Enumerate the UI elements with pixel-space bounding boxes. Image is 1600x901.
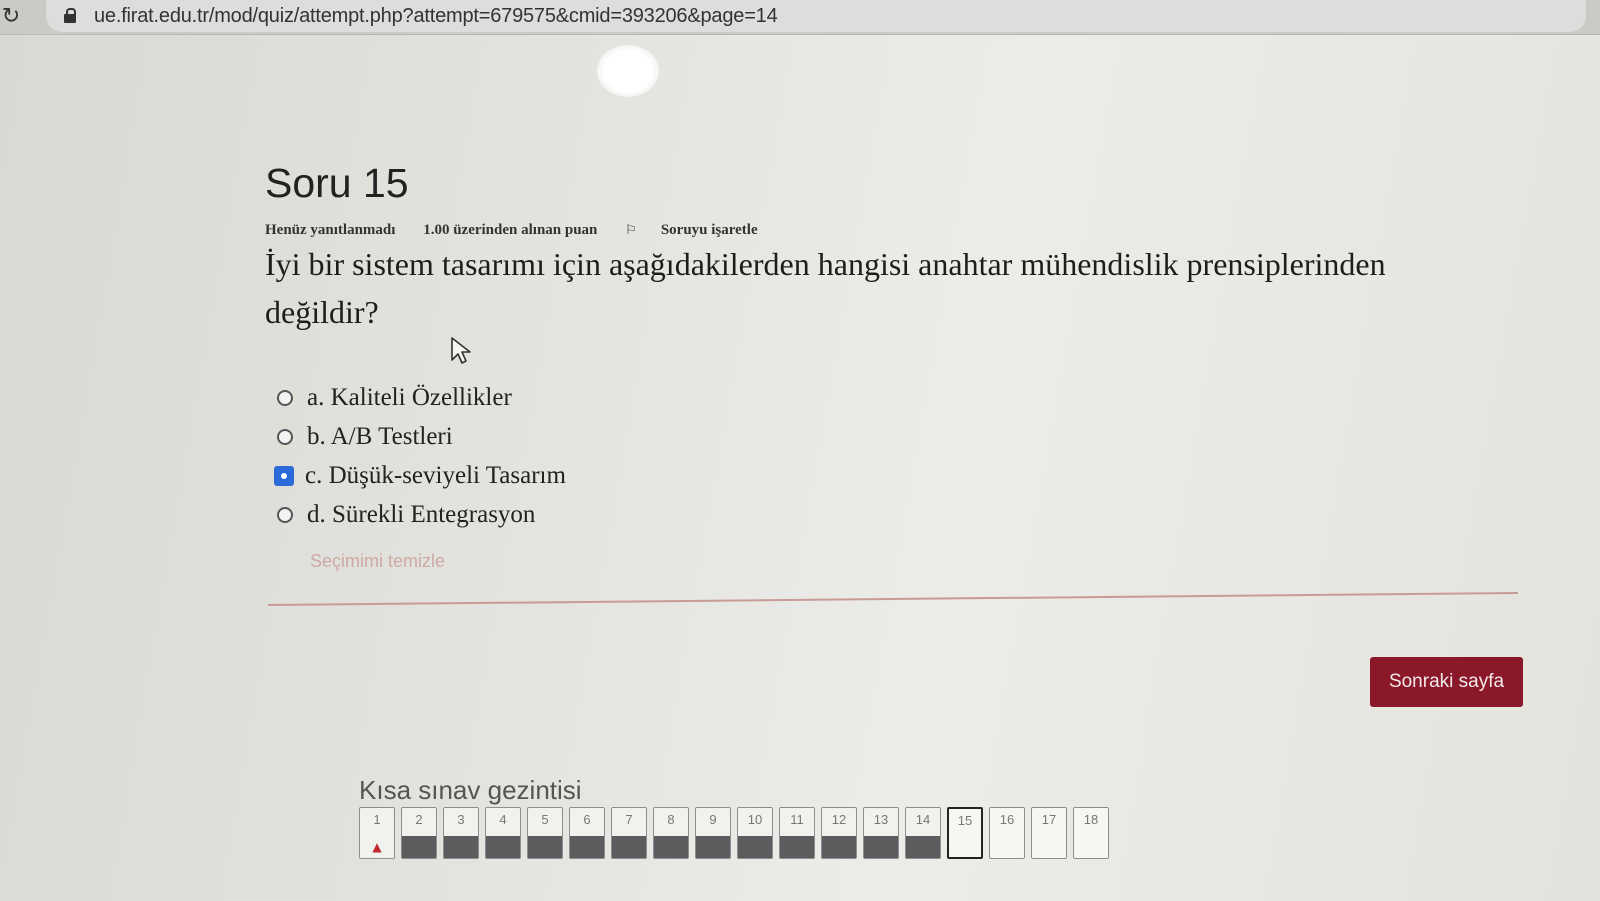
answer-label-c[interactable]: c. Düşük-seviyeli Tasarım — [305, 462, 566, 490]
nav-question-number: 10 — [747, 812, 763, 827]
nav-question-7[interactable]: 7 — [611, 807, 647, 859]
nav-question-12[interactable]: 12 — [821, 807, 857, 859]
quiz-navigation-title: Kısa sınav gezintisi — [359, 775, 582, 805]
nav-question-6[interactable]: 6 — [569, 807, 605, 859]
screen-glare — [597, 45, 659, 97]
flag-question-label[interactable]: Soruyu işaretle — [661, 222, 758, 238]
browser-toolbar: ↻ ue.firat.edu.tr/mod/quiz/attempt.php?a… — [0, 0, 1600, 35]
nav-question-18[interactable]: 18 — [1073, 807, 1109, 859]
answer-option-b[interactable]: b. A/B Testleri — [277, 417, 566, 456]
nav-question-number: 8 — [667, 812, 675, 827]
nav-question-number: 14 — [915, 812, 931, 827]
answer-label-a[interactable]: a. Kaliteli Özellikler — [307, 384, 512, 412]
flag-question-link[interactable]: ⚐ Soruyu işaretle — [625, 222, 781, 238]
nav-question-number: 17 — [1041, 812, 1057, 827]
radio-d[interactable] — [277, 506, 293, 523]
nav-question-4[interactable]: 4 — [485, 807, 521, 859]
url-text[interactable]: ue.firat.edu.tr/mod/quiz/attempt.php?att… — [94, 5, 778, 28]
reload-icon[interactable]: ↻ — [0, 4, 22, 30]
nav-question-number: 2 — [415, 812, 423, 827]
nav-question-13[interactable]: 13 — [863, 807, 899, 859]
nav-question-number: 15 — [957, 813, 973, 828]
answer-option-d[interactable]: d. Sürekli Entegrasyon — [277, 495, 566, 534]
nav-question-number: 12 — [831, 812, 847, 827]
question-title: Soru 15 — [265, 160, 409, 206]
nav-question-number: 5 — [541, 812, 549, 827]
question-status: Henüz yanıtlanmadı — [265, 222, 396, 238]
radio-b[interactable] — [277, 428, 293, 445]
nav-question-1[interactable]: 1 ▲ — [359, 807, 395, 859]
divider — [267, 592, 1518, 606]
mouse-cursor-icon — [451, 337, 471, 364]
nav-question-number: 6 — [583, 812, 591, 827]
nav-question-8[interactable]: 8 — [653, 807, 689, 859]
nav-question-number: 1 — [373, 812, 381, 827]
nav-question-17[interactable]: 17 — [1031, 807, 1067, 859]
nav-question-10[interactable]: 10 — [737, 807, 773, 859]
flagged-icon: ▲ — [372, 840, 382, 854]
nav-question-number: 18 — [1083, 812, 1099, 827]
nav-question-number: 7 — [625, 812, 633, 827]
nav-question-15-current[interactable]: 15 — [947, 807, 983, 859]
nav-question-11[interactable]: 11 — [779, 807, 815, 859]
nav-question-number: 16 — [999, 812, 1015, 827]
radio-a[interactable] — [277, 389, 293, 406]
nav-question-number: 13 — [873, 812, 889, 827]
address-bar[interactable]: ue.firat.edu.tr/mod/quiz/attempt.php?att… — [46, 0, 1586, 32]
nav-question-number: 9 — [709, 812, 717, 827]
flag-icon: ⚐ — [625, 223, 637, 238]
next-page-button[interactable]: Sonraki sayfa — [1370, 657, 1523, 707]
question-info: Henüz yanıtlanmadı 1.00 üzerinden alınan… — [265, 222, 806, 239]
answer-option-a[interactable]: a. Kaliteli Özellikler — [277, 378, 566, 417]
nav-question-number: 4 — [499, 812, 507, 827]
clear-choice-link[interactable]: Seçimimi temizle — [310, 551, 445, 572]
quiz-navigation: 1 ▲ 2 3 4 5 6 7 8 9 10 11 12 13 14 15 16 … — [359, 807, 1109, 859]
answer-option-c[interactable]: c. Düşük-seviyeli Tasarım — [274, 456, 566, 495]
answer-label-d[interactable]: d. Sürekli Entegrasyon — [307, 501, 535, 529]
nav-question-number: 11 — [790, 812, 804, 827]
question-text: İyi bir sistem tasarımı için aşağıdakile… — [265, 246, 1386, 330]
nav-question-number: 3 — [457, 812, 465, 827]
nav-question-2[interactable]: 2 — [401, 807, 437, 859]
question-points: 1.00 üzerinden alınan puan — [423, 222, 598, 238]
answer-label-b[interactable]: b. A/B Testleri — [307, 423, 453, 451]
lock-icon — [64, 8, 76, 23]
nav-question-5[interactable]: 5 — [527, 807, 563, 859]
radio-c-selected[interactable] — [274, 465, 294, 486]
nav-question-16[interactable]: 16 — [989, 807, 1025, 859]
answer-options: a. Kaliteli Özellikler b. A/B Testleri c… — [274, 378, 566, 534]
nav-question-14[interactable]: 14 — [905, 807, 941, 859]
nav-question-9[interactable]: 9 — [695, 807, 731, 859]
nav-question-3[interactable]: 3 — [443, 807, 479, 859]
